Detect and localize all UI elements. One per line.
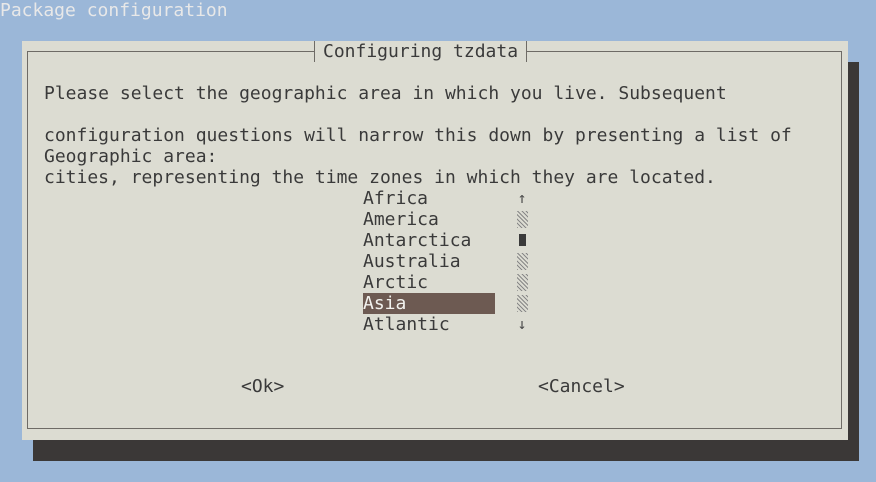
screen: Package configuration Configuring tzdata… bbox=[0, 0, 876, 482]
geographic-area-label: Geographic area: bbox=[44, 146, 218, 167]
prompt-line: configuration questions will narrow this… bbox=[44, 125, 792, 146]
scroll-track bbox=[516, 295, 528, 312]
prompt-line: cities, representing the time zones in w… bbox=[44, 167, 716, 188]
scroll-up-arrow-icon[interactable]: ↑ bbox=[514, 188, 530, 209]
scroll-down-arrow-icon[interactable]: ↓ bbox=[514, 314, 530, 335]
backtitle: Package configuration bbox=[0, 0, 228, 21]
scroll-track bbox=[516, 211, 528, 228]
scroll-thumb[interactable] bbox=[518, 234, 526, 246]
menu-item-america[interactable]: America bbox=[363, 209, 495, 230]
prompt-text: Please select the geographic area in whi… bbox=[44, 62, 824, 209]
prompt-line: Please select the geographic area in whi… bbox=[44, 83, 727, 104]
menu-item-atlantic[interactable]: Atlantic bbox=[363, 314, 495, 335]
scroll-track bbox=[516, 253, 528, 270]
tzdata-dialog: Configuring tzdata Please select the geo… bbox=[22, 41, 848, 440]
menu-item-arctic[interactable]: Arctic bbox=[363, 272, 495, 293]
menu-item-africa[interactable]: Africa bbox=[363, 188, 495, 209]
dialog-title: Configuring tzdata bbox=[314, 41, 528, 62]
menu-item-asia[interactable]: Asia bbox=[363, 293, 495, 314]
geographic-area-list[interactable]: Africa America Antarctica Australia Arct… bbox=[363, 188, 495, 335]
ok-button[interactable]: <Ok> bbox=[241, 376, 284, 397]
cancel-button[interactable]: <Cancel> bbox=[538, 376, 625, 397]
menu-item-antarctica[interactable]: Antarctica bbox=[363, 230, 495, 251]
list-scrollbar[interactable]: ↑ ↓ bbox=[514, 188, 530, 335]
menu-item-australia[interactable]: Australia bbox=[363, 251, 495, 272]
scroll-track bbox=[516, 274, 528, 291]
